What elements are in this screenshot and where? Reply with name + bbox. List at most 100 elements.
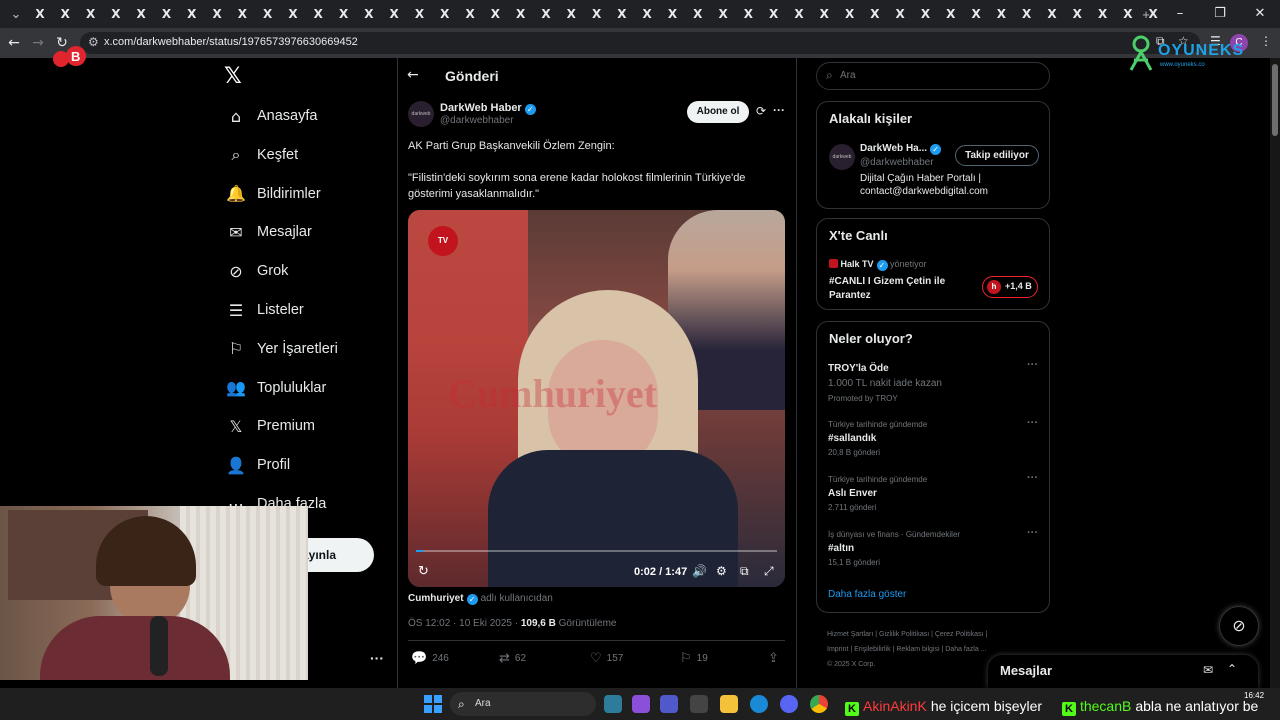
windows-start-icon[interactable] xyxy=(424,695,442,713)
bookmark-button[interactable]: ⚐ 19 xyxy=(680,651,708,666)
back-icon[interactable]: ← xyxy=(4,33,24,53)
author-handle[interactable]: @darkwebhaber xyxy=(440,115,514,126)
browser-tab[interactable]: X xyxy=(762,4,786,24)
live-listeners-badge[interactable]: h +1,4 B xyxy=(982,276,1038,298)
nav-item-3[interactable]: ✉ Mesajlar xyxy=(226,217,312,247)
close-window-icon[interactable]: ✕ xyxy=(1240,0,1280,28)
nav-item-2[interactable]: 🔔 Bildirimler xyxy=(226,179,321,209)
pip-icon[interactable]: ⧉ xyxy=(740,564,749,579)
site-info-icon[interactable]: ⚙ xyxy=(88,35,99,49)
copilot-icon[interactable] xyxy=(604,695,622,713)
browser-tab[interactable]: X xyxy=(1091,4,1115,24)
browser-tab[interactable]: X xyxy=(230,4,254,24)
browser-tab[interactable]: X xyxy=(711,4,735,24)
browser-tab[interactable]: X xyxy=(28,4,52,24)
trend-more-icon[interactable]: ··· xyxy=(1027,417,1038,429)
teams-icon[interactable] xyxy=(632,695,650,713)
author-name[interactable]: DarkWeb Haber ✓ xyxy=(440,102,536,115)
taskbar-clock[interactable]: 16:42 xyxy=(1244,691,1264,701)
nav-item-9[interactable]: 👤 Profil xyxy=(226,450,290,480)
new-tab-button[interactable]: + xyxy=(1134,4,1158,24)
browser-tab[interactable]: X xyxy=(610,4,634,24)
discord-icon[interactable] xyxy=(780,695,798,713)
browser-tab[interactable]: X xyxy=(939,4,963,24)
show-more-link[interactable]: Daha fazla göster xyxy=(828,589,906,600)
forward-icon[interactable]: → xyxy=(28,33,48,53)
related-avatar[interactable]: darkweb xyxy=(829,144,855,170)
browser-tab[interactable]: X xyxy=(155,4,179,24)
browser-tab[interactable]: X xyxy=(812,4,836,24)
grok-fab-icon[interactable]: ⊘ xyxy=(1219,606,1259,646)
author-avatar[interactable]: darkweb xyxy=(408,101,434,127)
browser-tab[interactable]: X xyxy=(914,4,938,24)
tab-search-dropdown[interactable]: ⌄ xyxy=(4,4,28,24)
settings-icon[interactable]: ⚙ xyxy=(716,564,727,578)
browser-tab[interactable]: X xyxy=(256,4,280,24)
browser-tab[interactable]: X xyxy=(661,4,685,24)
browser-tab[interactable]: X xyxy=(686,4,710,24)
live-title-line1[interactable]: #CANLI I Gizem Çetin ile xyxy=(829,276,945,287)
back-arrow-icon[interactable]: ← xyxy=(407,67,419,83)
following-button[interactable]: Takip ediliyor xyxy=(955,145,1039,166)
browser-tab[interactable]: X xyxy=(534,4,558,24)
scrollbar[interactable] xyxy=(1270,58,1280,688)
browser-tab[interactable]: X xyxy=(863,4,887,24)
related-bio-line2[interactable]: contact@darkwebdigital.com xyxy=(860,186,988,197)
scrollbar-thumb[interactable] xyxy=(1272,64,1278,136)
grok-explain-icon[interactable]: ⟳ xyxy=(756,104,766,118)
subscribe-button[interactable]: Abone ol xyxy=(687,101,749,123)
browser-tab[interactable]: X xyxy=(53,4,77,24)
browser-tab[interactable]: X xyxy=(433,4,457,24)
like-button[interactable]: ♡ 157 xyxy=(590,651,623,666)
share-button[interactable]: ⇪ xyxy=(768,651,784,666)
browser-tab[interactable]: X xyxy=(458,4,482,24)
x-logo-icon[interactable]: 𝕏 xyxy=(224,64,248,89)
browser-tab[interactable]: X xyxy=(205,4,229,24)
browser-tab[interactable]: X xyxy=(1065,4,1089,24)
live-title-line2[interactable]: Parantez xyxy=(829,290,871,301)
video-progress-track[interactable] xyxy=(416,550,777,552)
browser-tab[interactable]: X xyxy=(180,4,204,24)
related-handle[interactable]: @darkwebhaber xyxy=(860,157,934,168)
video-player[interactable]: TV Cumhuriyet ↻ 0:02 / 1:47 🔊 ⚙ ⧉ ⤢ xyxy=(408,210,785,587)
post-more-icon[interactable]: ··· xyxy=(773,103,785,117)
browser-tab[interactable]: X xyxy=(357,4,381,24)
browser-tab[interactable]: X xyxy=(1040,4,1064,24)
menu-icon[interactable]: ⋮ xyxy=(1260,34,1272,48)
fullscreen-icon[interactable]: ⤢ xyxy=(764,564,774,579)
account-more-icon[interactable]: ··· xyxy=(370,650,384,666)
browser-tab[interactable]: X xyxy=(888,4,912,24)
expand-icon[interactable]: ⌃ xyxy=(1227,662,1237,676)
trend-more-icon[interactable]: ··· xyxy=(1027,359,1038,371)
browser-tab[interactable]: X xyxy=(838,4,862,24)
browser-tab[interactable]: X xyxy=(964,4,988,24)
replay-icon[interactable]: ↻ xyxy=(418,564,429,579)
nav-item-1[interactable]: ⌕ Keşfet xyxy=(226,140,299,170)
nav-item-4[interactable]: ⊘ Grok xyxy=(226,256,288,286)
browser-tab[interactable]: X xyxy=(585,4,609,24)
repost-button[interactable]: ⇄ 62 xyxy=(499,651,526,666)
related-name[interactable]: DarkWeb Ha... ✓ xyxy=(860,143,942,155)
nav-item-5[interactable]: ☰ Listeler xyxy=(226,295,304,325)
trend-more-icon[interactable]: ··· xyxy=(1027,472,1038,484)
browser-tab[interactable]: X xyxy=(509,4,533,24)
store-icon[interactable] xyxy=(690,695,708,713)
browser-tab[interactable]: X xyxy=(736,4,760,24)
taskbar-search[interactable] xyxy=(450,692,596,716)
live-host[interactable]: Halk TV ✓ yönetiyor xyxy=(829,259,927,271)
file-explorer-icon[interactable] xyxy=(720,695,738,713)
nav-item-7[interactable]: 👥 Topluluklar xyxy=(226,373,326,403)
video-source[interactable]: Cumhuriyet ✓ adlı kullanıcıdan xyxy=(408,593,553,605)
browser-tab[interactable]: X xyxy=(408,4,432,24)
browser-tab[interactable]: X xyxy=(483,4,507,24)
address-bar[interactable]: ⚙ x.com/darkwebhaber/status/197657397663… xyxy=(80,32,1200,54)
browser-tab[interactable]: X xyxy=(332,4,356,24)
nav-item-6[interactable]: ⚐ Yer İşaretleri xyxy=(226,334,338,364)
nav-item-0[interactable]: ⌂ Anasayfa xyxy=(226,101,318,131)
browser-tab[interactable]: X xyxy=(635,4,659,24)
nav-item-8[interactable]: 𝕏 Premium xyxy=(226,411,315,441)
reply-button[interactable]: 💬 246 xyxy=(411,651,449,666)
new-message-icon[interactable]: ✉ xyxy=(1203,663,1213,677)
browser-tab[interactable]: X xyxy=(104,4,128,24)
browser-tab[interactable]: X xyxy=(787,4,811,24)
